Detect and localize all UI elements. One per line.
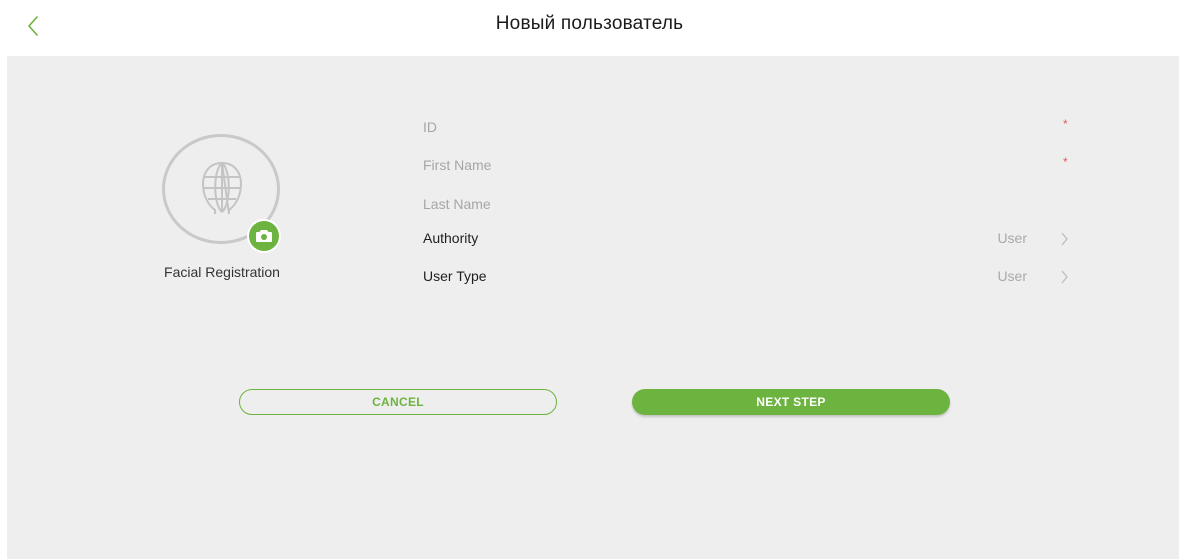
authority-value: User bbox=[997, 230, 1027, 246]
required-marker: * bbox=[1063, 155, 1068, 169]
last-name-label: Last Name bbox=[423, 196, 491, 212]
cancel-button[interactable]: CANCEL bbox=[239, 389, 557, 415]
chevron-right-icon bbox=[1061, 270, 1068, 284]
page-title: Новый пользователь bbox=[495, 13, 684, 34]
first-name-label: First Name bbox=[423, 157, 492, 173]
user-type-select[interactable]: User Type User bbox=[423, 262, 1083, 292]
camera-button[interactable] bbox=[247, 219, 281, 253]
face-scan-icon bbox=[201, 161, 243, 215]
id-label: ID bbox=[423, 119, 437, 135]
required-marker: * bbox=[1063, 117, 1068, 131]
camera-icon bbox=[256, 230, 272, 242]
next-step-button[interactable]: NEXT STEP bbox=[632, 389, 950, 415]
authority-select[interactable]: Authority User bbox=[423, 224, 1083, 254]
header-bar: Новый пользователь bbox=[0, 0, 1179, 56]
id-field[interactable]: ID * bbox=[423, 113, 1083, 143]
user-type-label: User Type bbox=[423, 268, 487, 284]
facial-registration-label: Facial Registration bbox=[164, 264, 280, 280]
chevron-right-icon bbox=[1061, 232, 1068, 246]
last-name-field[interactable]: Last Name bbox=[423, 190, 1083, 220]
user-type-value: User bbox=[997, 268, 1027, 284]
first-name-field[interactable]: First Name * bbox=[423, 151, 1083, 181]
authority-label: Authority bbox=[423, 230, 479, 246]
